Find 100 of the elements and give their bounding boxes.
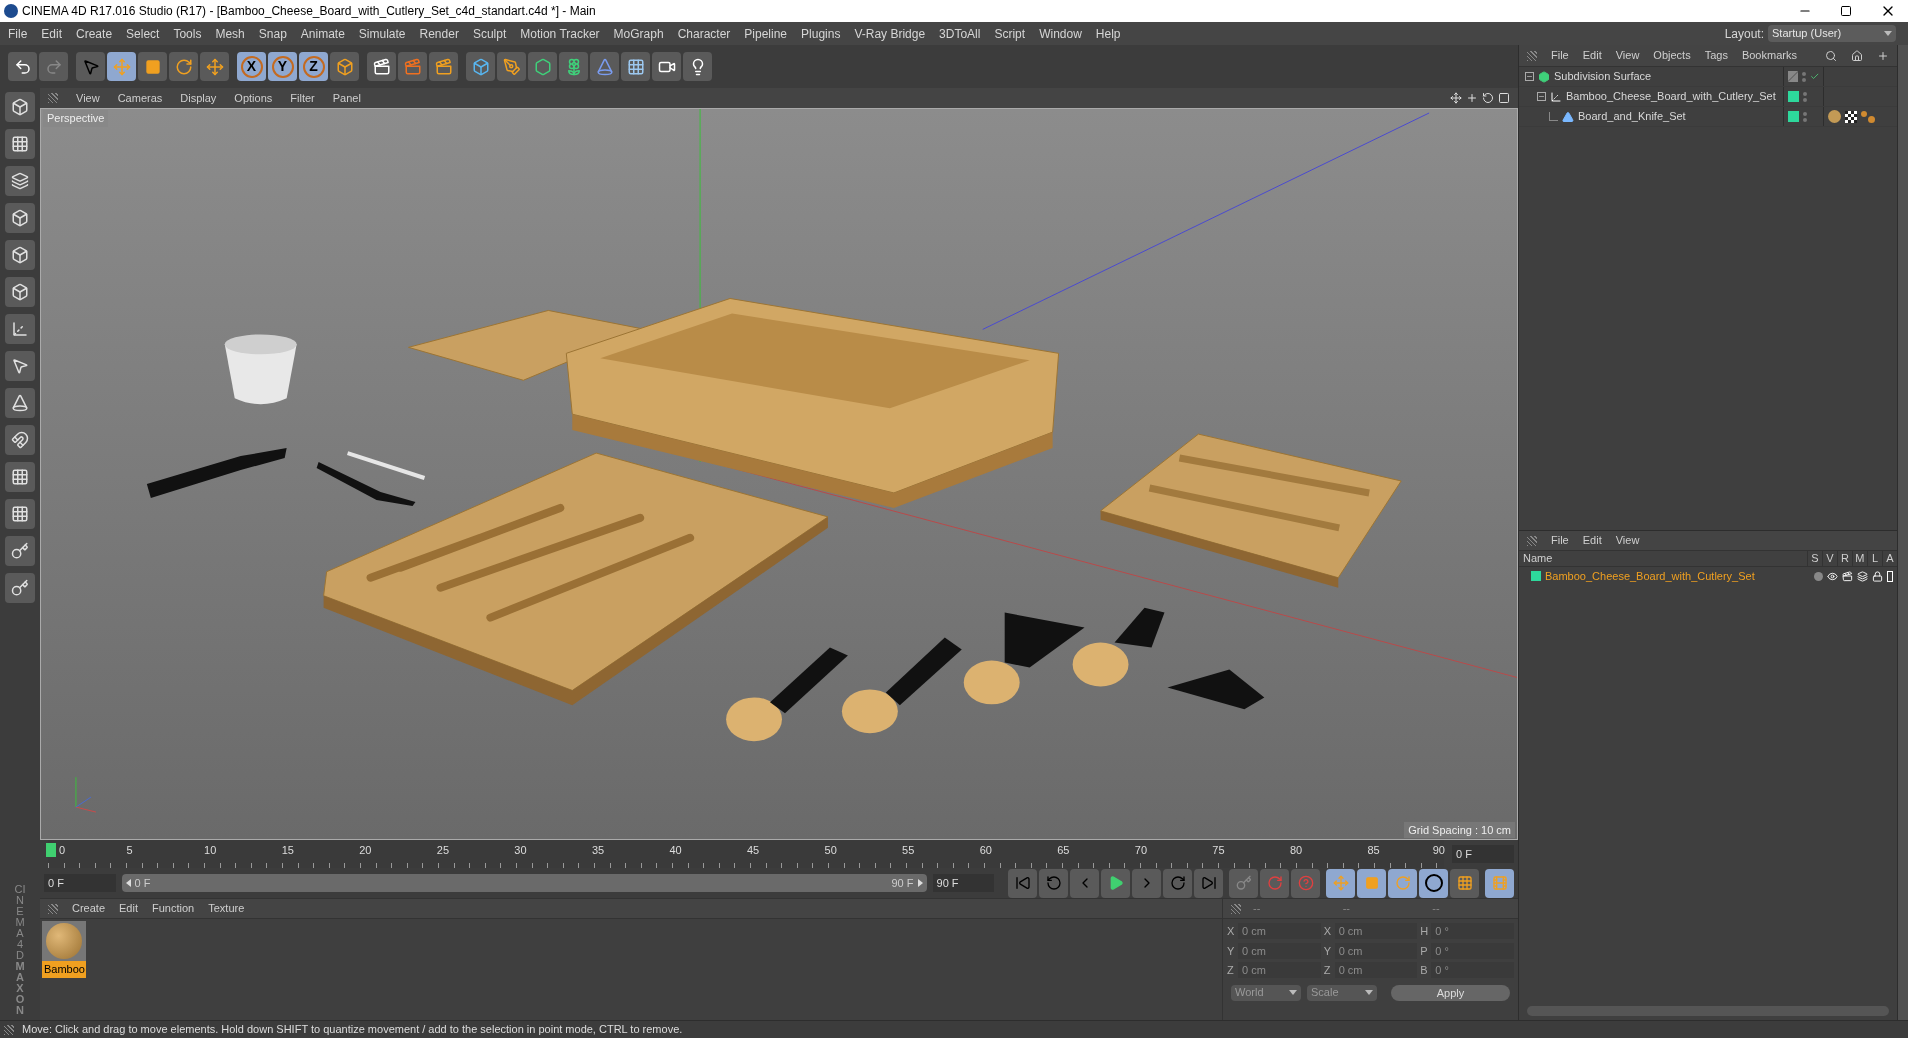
menu-item[interactable]: Animate: [300, 24, 345, 43]
new-view-icon[interactable]: [1876, 49, 1889, 62]
visibility-dots-icon[interactable]: [1803, 111, 1807, 122]
render-view-button[interactable]: [367, 52, 396, 81]
viewport-nav-icon[interactable]: [1450, 92, 1510, 104]
undo-button[interactable]: [8, 52, 37, 81]
collapse-icon[interactable]: [1525, 72, 1534, 81]
menu-item[interactable]: Mesh: [215, 24, 245, 43]
material-menu-item[interactable]: Function: [152, 900, 195, 917]
viewport-menu-item[interactable]: Panel: [332, 89, 361, 107]
layer-swatch[interactable]: [1788, 111, 1799, 122]
layer-swatch[interactable]: [1531, 571, 1541, 581]
edges-mode-button[interactable]: [5, 240, 35, 270]
layer-menu-item[interactable]: Edit: [1582, 532, 1602, 549]
key-position-button[interactable]: [1326, 868, 1356, 898]
menu-item[interactable]: Create: [76, 24, 113, 43]
frame-range-slider[interactable]: 0 F 90 F: [121, 874, 927, 892]
viewport-menu-item[interactable]: Options: [234, 89, 273, 107]
scale-tool-button[interactable]: [138, 52, 167, 81]
workplane-lock-button[interactable]: [5, 499, 35, 529]
checker-tag-icon[interactable]: [1845, 110, 1857, 123]
menu-item[interactable]: Sculpt: [472, 24, 507, 43]
go-to-end-button[interactable]: [1194, 868, 1224, 898]
enabled-check-icon[interactable]: [1809, 71, 1819, 82]
menu-item[interactable]: Pipeline: [744, 24, 788, 43]
layout-dropdown[interactable]: Startup (User): [1768, 25, 1896, 42]
object-name[interactable]: Subdivision Surface: [1554, 68, 1652, 85]
viewport-menu-item[interactable]: Display: [180, 89, 217, 107]
axis-lock-button[interactable]: Z: [299, 52, 328, 81]
column-header[interactable]: L: [1866, 550, 1882, 567]
deformer-button[interactable]: [590, 52, 619, 81]
material-tag-icon[interactable]: [1828, 110, 1841, 123]
light-button[interactable]: [683, 52, 712, 81]
cube-button[interactable]: [466, 52, 495, 81]
material-thumbnail[interactable]: [42, 921, 86, 961]
key-scale-button[interactable]: [1357, 868, 1387, 898]
menu-item[interactable]: Select: [126, 24, 160, 43]
key-point-level-button[interactable]: [1450, 868, 1480, 898]
timeline-ruler[interactable]: 0 5 10 15 20 25 30 35 40 45 50 55 60 65 70 75 80 85 90: [48, 840, 1444, 868]
object-name[interactable]: Board_and_Knife_Set: [1578, 108, 1686, 125]
menu-item[interactable]: Tools: [173, 24, 202, 43]
menu-item[interactable]: Snap: [258, 24, 287, 43]
menu-item[interactable]: Render: [419, 24, 459, 43]
move-tool-button[interactable]: [200, 52, 229, 81]
visibility-dots-icon[interactable]: [1801, 71, 1806, 82]
snap-button[interactable]: [5, 462, 35, 492]
column-header[interactable]: M: [1851, 550, 1867, 567]
layer-name[interactable]: Bamboo_Cheese_Board_with_Cutlery_Set: [1545, 567, 1810, 585]
viewport-canvas[interactable]: Perspective Grid Spacing : 10 cm: [40, 108, 1518, 840]
next-key-button[interactable]: [1163, 868, 1193, 898]
texture-mode-button[interactable]: [5, 129, 35, 159]
home-icon[interactable]: [1850, 49, 1863, 62]
points-mode-button[interactable]: [5, 203, 35, 233]
magnet-button[interactable]: [5, 425, 35, 455]
camera-button[interactable]: [652, 52, 681, 81]
search-icon[interactable]: [1824, 49, 1837, 62]
menu-item[interactable]: File: [8, 24, 28, 43]
array-button[interactable]: [559, 52, 588, 81]
menu-item[interactable]: Window: [1039, 24, 1082, 43]
soft-selection-button[interactable]: [5, 388, 35, 418]
autokey-button[interactable]: [1260, 868, 1290, 898]
object-manager-menu-item[interactable]: Bookmarks: [1741, 47, 1797, 64]
animation-icon[interactable]: [1886, 570, 1893, 582]
polygons-mode-button[interactable]: [5, 277, 35, 307]
play-button[interactable]: [1101, 868, 1131, 898]
column-header[interactable]: A: [1881, 550, 1897, 567]
menu-item[interactable]: Help: [1095, 24, 1121, 43]
tweak-mode-button[interactable]: [5, 351, 35, 381]
lock-icon[interactable]: [1871, 570, 1883, 582]
material-name[interactable]: Bamboo: [42, 961, 86, 978]
material-menu-item[interactable]: Texture: [208, 900, 245, 917]
timeline-button[interactable]: [1485, 868, 1514, 898]
menu-item[interactable]: MoGraph: [613, 24, 664, 43]
keyframe-help-button[interactable]: [1291, 868, 1321, 898]
pen-button[interactable]: [497, 52, 526, 81]
column-header[interactable]: S: [1806, 550, 1822, 567]
visibility-dots-icon[interactable]: [1803, 91, 1807, 102]
material-menu-item[interactable]: Edit: [119, 900, 138, 917]
record-button[interactable]: [1229, 868, 1259, 898]
menu-item[interactable]: Plugins: [801, 24, 841, 43]
key-parameter-button[interactable]: [1419, 868, 1449, 898]
start-frame-field[interactable]: 0 F: [44, 874, 116, 892]
menu-item[interactable]: V-Ray Bridge: [854, 24, 926, 43]
axis-lock-button[interactable]: X: [237, 52, 266, 81]
object-manager-menu-item[interactable]: Tags: [1704, 47, 1728, 64]
select-tool-button[interactable]: [76, 52, 105, 81]
layer-menu-item[interactable]: File: [1551, 532, 1569, 549]
visibility-icon[interactable]: [1826, 570, 1838, 582]
column-header[interactable]: Name: [1519, 550, 1807, 567]
menu-item[interactable]: Character: [677, 24, 731, 43]
spheres-tag-icon[interactable]: [1861, 110, 1875, 123]
subdivision-button[interactable]: [528, 52, 557, 81]
column-header[interactable]: R: [1836, 550, 1852, 567]
menu-item[interactable]: Motion Tracker: [520, 24, 600, 43]
previous-key-button[interactable]: [1039, 868, 1069, 898]
viewport-menu-item[interactable]: View: [76, 89, 100, 107]
object-manager-menu-item[interactable]: View: [1615, 47, 1640, 64]
end-frame-field[interactable]: 90 F: [932, 874, 995, 892]
viewport-menu-item[interactable]: Cameras: [117, 89, 163, 107]
layer-swatch[interactable]: [1788, 91, 1799, 102]
